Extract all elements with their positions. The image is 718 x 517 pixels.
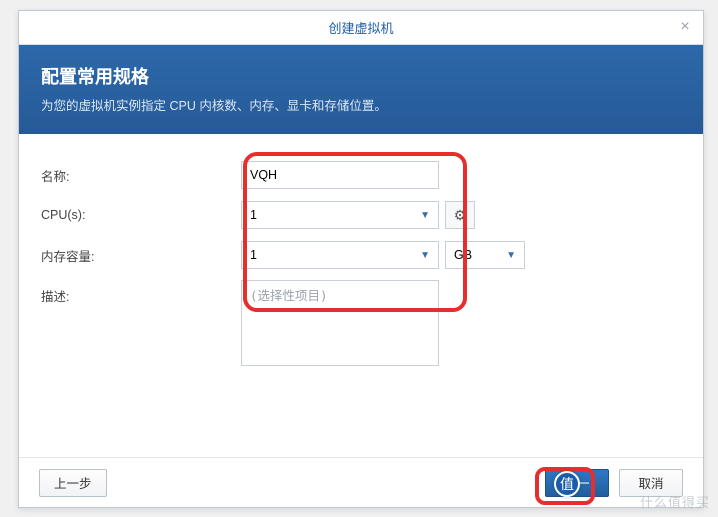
row-name: 名称: <box>41 160 681 190</box>
next-button[interactable]: 下一 <box>545 469 609 497</box>
cpu-label: CPU(s): <box>41 208 241 222</box>
chevron-down-icon: ▼ <box>506 250 516 261</box>
name-input[interactable] <box>241 161 439 189</box>
dialog-titlebar: 创建虚拟机 × <box>19 11 703 45</box>
chevron-down-icon: ▼ <box>420 210 430 221</box>
name-label: 名称: <box>41 166 241 185</box>
create-vm-dialog: 创建虚拟机 × 配置常用规格 为您的虚拟机实例指定 CPU 内核数、内存、显卡和… <box>18 10 704 508</box>
memory-select[interactable]: 1 ▼ <box>241 241 439 269</box>
form-area: 名称: CPU(s): 1 ▼ ⚙ 内存容量: 1 ▼ <box>19 134 703 457</box>
row-memory: 内存容量: 1 ▼ GB ▼ <box>41 240 681 270</box>
step-title: 配置常用规格 <box>41 63 681 89</box>
description-textarea[interactable] <box>241 280 439 366</box>
row-cpu: CPU(s): 1 ▼ ⚙ <box>41 200 681 230</box>
row-description: 描述: <box>41 280 681 366</box>
memory-value: 1 <box>250 248 257 262</box>
dialog-title: 创建虚拟机 <box>328 18 393 37</box>
cpu-value: 1 <box>250 208 257 222</box>
gear-icon: ⚙ <box>454 207 467 224</box>
memory-unit-value: GB <box>454 248 472 262</box>
close-icon[interactable]: × <box>677 19 693 35</box>
description-label: 描述: <box>41 280 241 305</box>
memory-unit-select[interactable]: GB ▼ <box>445 241 525 269</box>
prev-button[interactable]: 上一步 <box>39 469 107 497</box>
cpu-settings-button[interactable]: ⚙ <box>445 201 475 229</box>
chevron-down-icon: ▼ <box>420 250 430 261</box>
memory-label: 内存容量: <box>41 246 241 265</box>
cancel-button[interactable]: 取消 <box>619 469 683 497</box>
step-header: 配置常用规格 为您的虚拟机实例指定 CPU 内核数、内存、显卡和存储位置。 <box>19 45 703 134</box>
cpu-select[interactable]: 1 ▼ <box>241 201 439 229</box>
button-bar: 上一步 下一 取消 <box>19 457 703 507</box>
step-subtitle: 为您的虚拟机实例指定 CPU 内核数、内存、显卡和存储位置。 <box>41 95 681 114</box>
